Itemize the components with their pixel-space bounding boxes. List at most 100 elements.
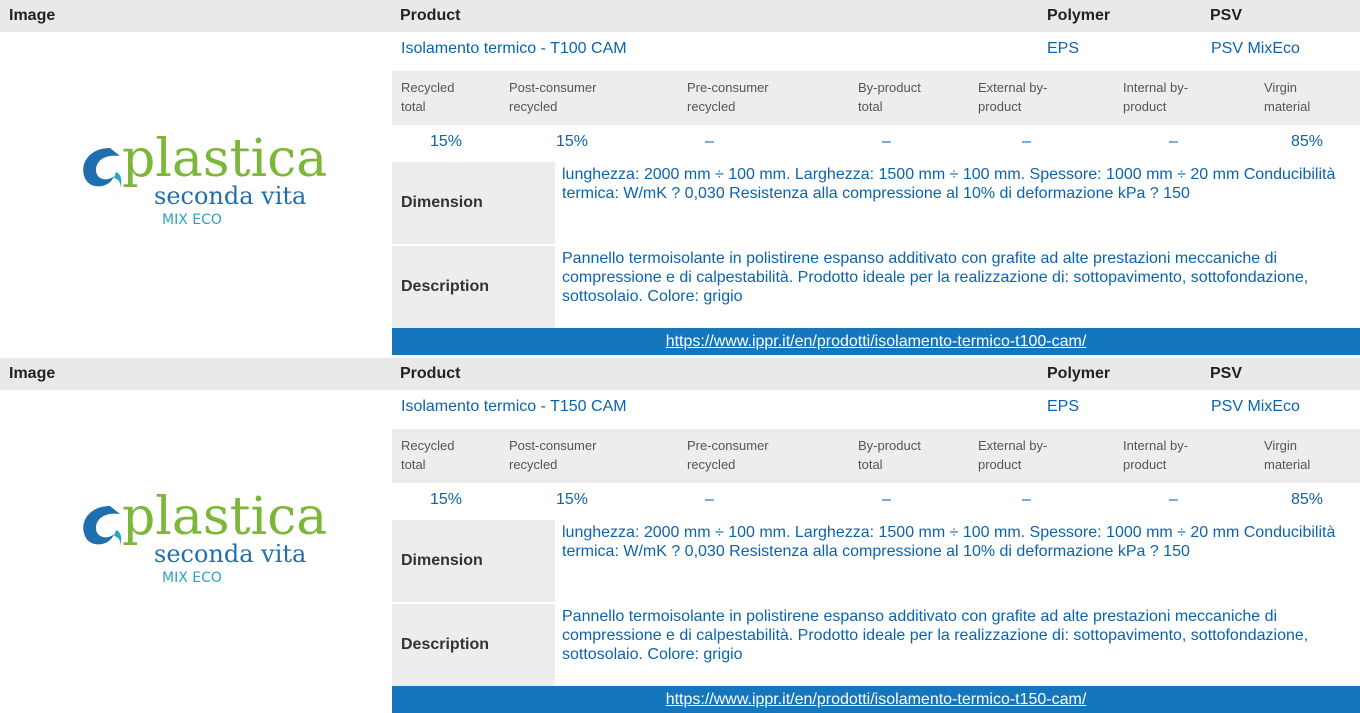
stat-header-line1: Recycled: [401, 438, 455, 453]
header-psv-label: PSV: [1210, 365, 1243, 382]
stat-header-line1: Internal by-: [1123, 438, 1189, 453]
stat-header-line2: material: [1264, 457, 1311, 472]
stat-value-3: –: [882, 491, 891, 508]
stat-header-line1: By-product: [858, 80, 921, 95]
description-label: Description: [401, 636, 490, 653]
psv-link[interactable]: PSV MixEco: [1211, 40, 1300, 58]
stat-value-6: 85%: [1291, 491, 1324, 508]
stat-header-line1: External by-: [978, 80, 1048, 95]
header-image-label: Image: [9, 7, 56, 24]
stat-header-5: Internal by-product: [1123, 436, 1188, 474]
stat-header-2: Pre-consumer recycled: [687, 78, 769, 116]
description-text: Pannello termoisolante in polistirene es…: [562, 608, 1309, 663]
dimension-text: lunghezza: 2000 mm ÷ 100 mm. Larghezza: …: [562, 524, 1336, 560]
stat-header-line2: recycled: [509, 99, 558, 114]
logo-word: plastica: [122, 129, 327, 189]
stat-header-4: External by-product: [978, 436, 1047, 474]
stat-header-line2: total: [858, 457, 883, 472]
description-label-cell: Description: [392, 246, 555, 328]
url-bar: https://www.ippr.it/en/prodotti/isolamen…: [392, 686, 1360, 713]
stat-header-3: By-product total: [858, 436, 921, 474]
stat-header-line2: recycled: [687, 99, 736, 114]
stat-header-line1: By-product: [858, 438, 921, 453]
header-psv-label: PSV: [1210, 7, 1243, 24]
product-list: Image Product Polymer PSV plastica secon…: [0, 0, 1360, 713]
stat-header-line1: External by-: [978, 438, 1048, 453]
dimension-block: Dimension lunghezza: 2000 mm ÷ 100 mm. L…: [392, 160, 1360, 244]
product-name-link[interactable]: Isolamento termico - T150 CAM: [401, 398, 627, 416]
stat-header-line2: product: [978, 457, 1022, 472]
dimension-label-cell: Dimension: [392, 162, 555, 244]
stat-value-4: –: [1022, 491, 1031, 508]
stat-header-line1: Post-consumer: [509, 438, 597, 453]
stats-values-row: 15% 15% – – – – 85%: [392, 128, 1360, 158]
stat-header-0: Recycled total: [401, 436, 454, 474]
stat-header-3: By-product total: [858, 78, 921, 116]
psv-link[interactable]: PSV MixEco: [1211, 398, 1300, 416]
url-bar: https://www.ippr.it/en/prodotti/isolamen…: [392, 328, 1360, 355]
stat-value-2: –: [705, 133, 714, 150]
description-label: Description: [401, 278, 490, 295]
logo-line3: MIX ECO: [162, 212, 222, 228]
product-name-link[interactable]: Isolamento termico - T100 CAM: [401, 40, 627, 58]
stat-header-line2: product: [1123, 457, 1167, 472]
product-record: Image Product Polymer PSV plastica secon…: [0, 0, 1360, 355]
stat-value-0: 15%: [430, 133, 463, 150]
stat-header-line2: product: [1123, 99, 1167, 114]
stat-header-line2: product: [978, 99, 1022, 114]
stat-header-line2: material: [1264, 99, 1311, 114]
stats-header-row: Recycled total Post-consumer recycled Pre-co…: [392, 429, 1360, 483]
polymer-link[interactable]: EPS: [1047, 398, 1079, 416]
stat-value-0: 15%: [430, 491, 463, 508]
stat-header-line2: total: [401, 457, 426, 472]
product-url-link[interactable]: https://www.ippr.it/en/prodotti/isolamen…: [666, 691, 1087, 709]
product-url-link[interactable]: https://www.ippr.it/en/prodotti/isolamen…: [666, 333, 1087, 351]
stat-value-5: –: [1169, 133, 1178, 150]
stat-header-line2: total: [401, 99, 426, 114]
stat-header-line1: Virgin: [1264, 438, 1298, 453]
polymer-link[interactable]: EPS: [1047, 40, 1079, 58]
stat-header-line2: total: [858, 99, 883, 114]
plastica-seconda-vita-logo: plastica seconda vita MIX ECO: [83, 487, 327, 586]
dimension-label: Dimension: [401, 194, 483, 211]
stat-header-6: Virgin material: [1264, 78, 1310, 116]
stat-header-2: Pre-consumer recycled: [687, 436, 769, 474]
stat-header-1: Post-consumer recycled: [509, 78, 596, 116]
logo-line2: seconda vita: [154, 540, 306, 568]
stat-header-4: External by-product: [978, 78, 1047, 116]
stat-header-line1: Pre-consumer: [687, 80, 769, 95]
stat-value-1: 15%: [556, 133, 589, 150]
header-image-label: Image: [9, 365, 56, 382]
dimension-label: Dimension: [401, 552, 483, 569]
stat-header-line1: Post-consumer: [509, 80, 597, 95]
plastica-seconda-vita-logo: plastica seconda vita MIX ECO: [83, 129, 327, 228]
description-block: Description Pannello termoisolante in po…: [392, 602, 1360, 686]
product-record: Image Product Polymer PSV plastica secon…: [0, 358, 1360, 713]
stat-header-5: Internal by-product: [1123, 78, 1188, 116]
dimension-label-cell: Dimension: [392, 520, 555, 602]
stat-header-line1: Internal by-: [1123, 80, 1189, 95]
stat-value-6: 85%: [1291, 133, 1324, 150]
stat-header-6: Virgin material: [1264, 436, 1310, 474]
stat-header-0: Recycled total: [401, 78, 454, 116]
dimension-text: lunghezza: 2000 mm ÷ 100 mm. Larghezza: …: [562, 166, 1336, 202]
stats-header-row: Recycled total Post-consumer recycled Pre-co…: [392, 71, 1360, 125]
header-polymer-label: Polymer: [1047, 365, 1111, 382]
header-polymer-label: Polymer: [1047, 7, 1111, 24]
stat-header-1: Post-consumer recycled: [509, 436, 596, 474]
header-product-label: Product: [400, 365, 461, 382]
logo-line3: MIX ECO: [162, 570, 222, 586]
stat-header-line1: Pre-consumer: [687, 438, 769, 453]
stat-value-3: –: [882, 133, 891, 150]
stat-header-line1: Virgin: [1264, 80, 1298, 95]
record-header: Image Product Polymer PSV: [0, 0, 1360, 32]
logo-word: plastica: [122, 487, 327, 547]
stat-header-line2: recycled: [687, 457, 736, 472]
stat-value-2: –: [705, 491, 714, 508]
description-label-cell: Description: [392, 604, 555, 686]
logo-line2: seconda vita: [154, 182, 306, 210]
description-block: Description Pannello termoisolante in po…: [392, 244, 1360, 328]
header-product-label: Product: [400, 7, 461, 24]
stat-header-line2: recycled: [509, 457, 558, 472]
stat-value-1: 15%: [556, 491, 589, 508]
